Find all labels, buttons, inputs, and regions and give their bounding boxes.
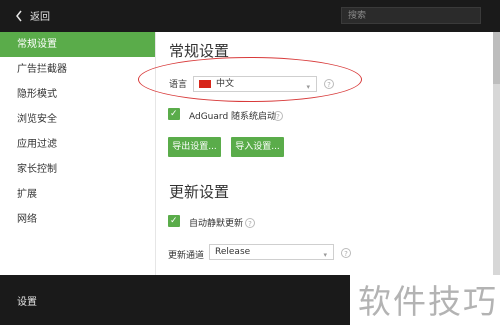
sidebar-item-extensions[interactable]: 扩展: [0, 182, 155, 207]
import-settings-button[interactable]: 导入设置...: [231, 137, 284, 157]
sidebar: 常规设置 广告拦截器 隐形模式 浏览安全 应用过滤 家长控制 扩展 网络: [0, 32, 156, 275]
autostart-help-icon[interactable]: ?: [273, 111, 283, 121]
update-channel-select[interactable]: Release ▾: [209, 244, 334, 260]
sidebar-item-label: 浏览安全: [17, 114, 57, 125]
sidebar-item-label: 隐形模式: [17, 89, 57, 100]
autostart-checkbox[interactable]: ✓: [168, 108, 180, 120]
update-channel-label: 更新通道: [168, 251, 205, 261]
sidebar-item-browsing-security[interactable]: 浏览安全: [0, 107, 155, 132]
sidebar-item-parental-control[interactable]: 家长控制: [0, 157, 155, 182]
check-icon: ✓: [170, 216, 178, 226]
auto-update-help-icon[interactable]: ?: [245, 218, 255, 228]
search-placeholder: 搜索: [348, 11, 367, 21]
sidebar-item-general[interactable]: 常规设置: [0, 32, 155, 57]
bottom-bar: 设置: [0, 275, 350, 325]
sidebar-item-label: 扩展: [17, 189, 37, 200]
export-settings-button[interactable]: 导出设置...: [168, 137, 221, 157]
sidebar-item-label: 应用过滤: [17, 139, 57, 150]
sidebar-item-app-filtering[interactable]: 应用过滤: [0, 132, 155, 157]
watermark-text: 软件技巧: [358, 282, 498, 321]
top-bar: 返回 搜索: [0, 0, 500, 32]
sidebar-item-stealth-mode[interactable]: 隐形模式: [0, 82, 155, 107]
sidebar-item-network[interactable]: 网络: [0, 207, 155, 232]
watermark: 软件技巧: [350, 275, 500, 325]
auto-update-label: 自动静默更新: [189, 219, 244, 229]
check-icon: ✓: [170, 109, 178, 119]
update-settings-title: 更新设置: [169, 183, 230, 201]
chevron-left-icon: [16, 10, 22, 21]
sidebar-item-label: 广告拦截器: [17, 64, 67, 75]
settings-label: 设置: [17, 297, 37, 308]
back-button[interactable]: 返回: [14, 8, 50, 23]
autostart-label: AdGuard 随系统启动: [189, 112, 277, 122]
auto-update-checkbox[interactable]: ✓: [168, 215, 180, 227]
search-input[interactable]: 搜索: [341, 7, 481, 24]
back-label: 返回: [30, 12, 50, 23]
update-channel-value: Release: [215, 247, 251, 257]
chevron-down-icon: ▾: [323, 251, 327, 259]
annotation-ellipse: [138, 57, 362, 102]
update-channel-help-icon[interactable]: ?: [341, 248, 351, 258]
sidebar-item-label: 网络: [17, 214, 37, 225]
scrollbar-thumb[interactable]: [493, 32, 500, 84]
sidebar-item-ad-blocker[interactable]: 广告拦截器: [0, 57, 155, 82]
sidebar-item-label: 家长控制: [17, 164, 57, 175]
sidebar-item-label: 常规设置: [17, 39, 57, 50]
